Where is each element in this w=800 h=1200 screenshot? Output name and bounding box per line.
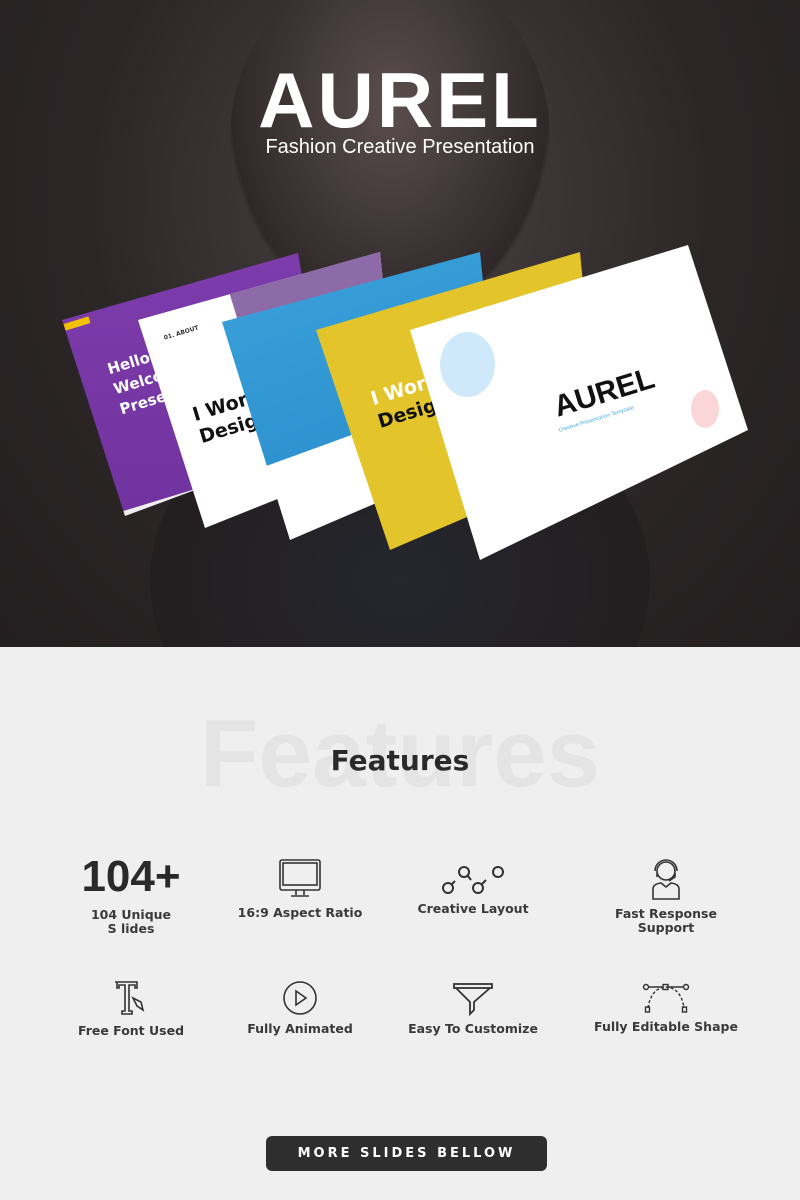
bezier-curve-icon [642,983,690,1013]
hero-title: AUREL [258,56,542,144]
slide-accent-bar [63,316,91,331]
funnel-icon [453,983,493,1016]
feature-slides-count: 104+ 104 Unique S lides [51,852,211,936]
more-slides-button[interactable]: MORE SLIDES BELLOW [266,1136,547,1171]
support-agent-icon [652,859,680,900]
feature-animated: Fully Animated [220,980,380,1036]
feature-free-font: Free Font Used [51,980,211,1038]
decor-circle-blue [440,332,495,397]
feature-editable-shape: Fully Editable Shape [586,982,746,1034]
play-circle-icon [283,981,317,1015]
hero-banner: AUREL Fashion Creative Presentation Hell… [0,0,800,647]
feature-creative-layout: Creative Layout [393,862,553,916]
nodes-icon [442,866,504,894]
feature-customize: Easy To Customize [393,982,553,1036]
slides-count-headline: 104+ [81,852,181,901]
feature-support: Fast Response Support [586,857,746,935]
monitor-icon [279,859,321,897]
decor-circle-pink [691,390,719,428]
hero-subtitle: Fashion Creative Presentation [265,136,535,158]
feature-aspect-ratio: 16:9 Aspect Ratio [220,858,380,920]
features-title: Features [330,744,470,777]
about-label: 01. ABOUT [163,324,200,342]
font-pen-icon [115,981,145,1015]
